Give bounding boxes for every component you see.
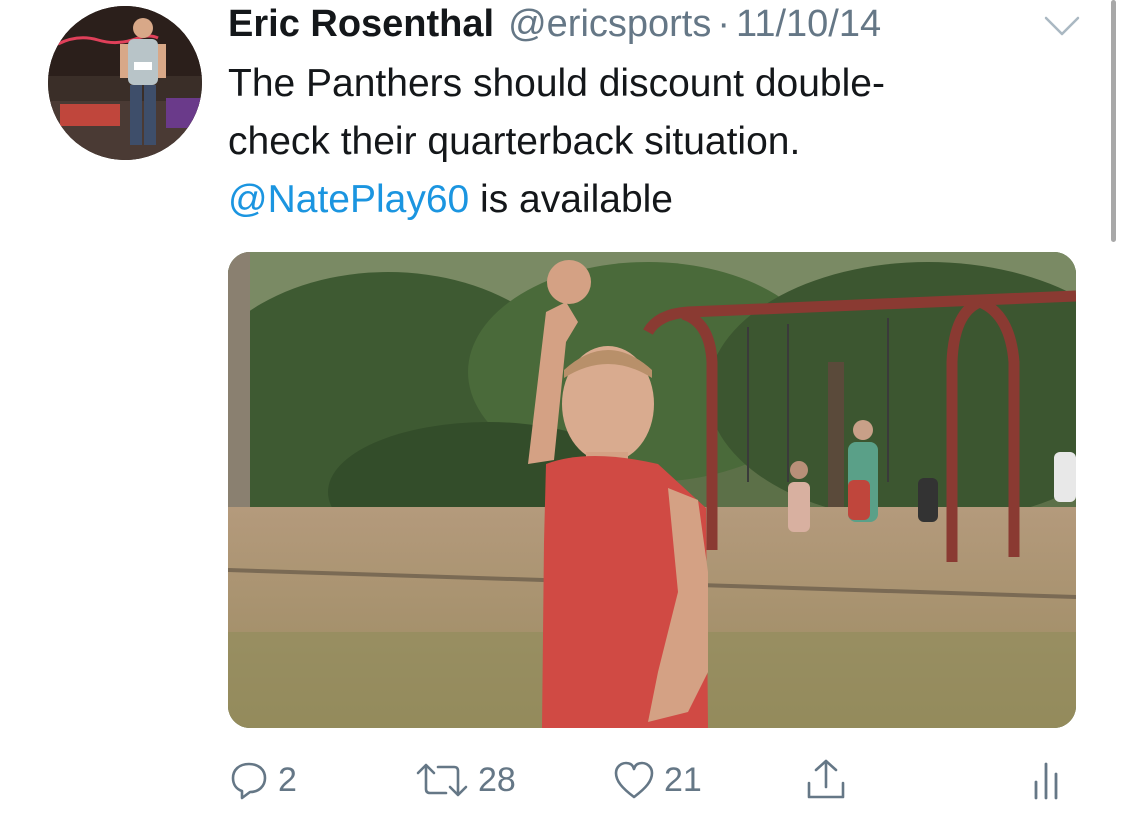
analytics-icon bbox=[1034, 762, 1058, 800]
reply-button[interactable]: 2 bbox=[228, 750, 297, 810]
analytics-button[interactable] bbox=[1028, 750, 1064, 810]
retweet-count: 28 bbox=[478, 760, 516, 799]
tweet-text-line-1: The Panthers should discount double- bbox=[228, 62, 885, 105]
tweet-text-line-3-rest: is available bbox=[469, 178, 673, 221]
like-button[interactable]: 21 bbox=[612, 750, 702, 810]
tweet-media[interactable] bbox=[228, 252, 1076, 728]
tweet-action-bar: 2 28 21 bbox=[228, 750, 1076, 810]
retweet-button[interactable]: 28 bbox=[414, 750, 516, 810]
retweet-icon bbox=[416, 763, 468, 797]
like-count: 21 bbox=[664, 760, 702, 799]
reply-icon bbox=[231, 762, 267, 800]
media-image bbox=[228, 252, 1076, 728]
tweet-header: Eric Rosenthal @ericsports · 11/10/14 bbox=[228, 2, 881, 46]
chevron-down-icon[interactable] bbox=[1043, 14, 1081, 38]
author-avatar[interactable] bbox=[48, 6, 202, 160]
tweet-text-line-3: @NatePlay60 is available bbox=[228, 171, 1068, 229]
heart-icon bbox=[614, 761, 654, 799]
tweet-date[interactable]: 11/10/14 bbox=[736, 2, 881, 46]
mention-link[interactable]: @NatePlay60 bbox=[228, 178, 469, 221]
author-handle[interactable]: @ericsports bbox=[508, 2, 711, 46]
tweet-text-line-2: check their quarterback situation. bbox=[228, 120, 801, 163]
author-name[interactable]: Eric Rosenthal bbox=[228, 2, 494, 46]
header-separator: · bbox=[717, 3, 731, 45]
tweet-text: The Panthers should discount double- che… bbox=[228, 55, 1068, 229]
avatar-image bbox=[48, 6, 202, 160]
share-button[interactable] bbox=[804, 750, 848, 810]
reply-count: 2 bbox=[278, 760, 297, 799]
tweet-card[interactable]: Eric Rosenthal @ericsports · 11/10/14 Th… bbox=[0, 0, 1125, 817]
scrollbar[interactable] bbox=[1111, 0, 1116, 242]
share-icon bbox=[807, 759, 845, 799]
